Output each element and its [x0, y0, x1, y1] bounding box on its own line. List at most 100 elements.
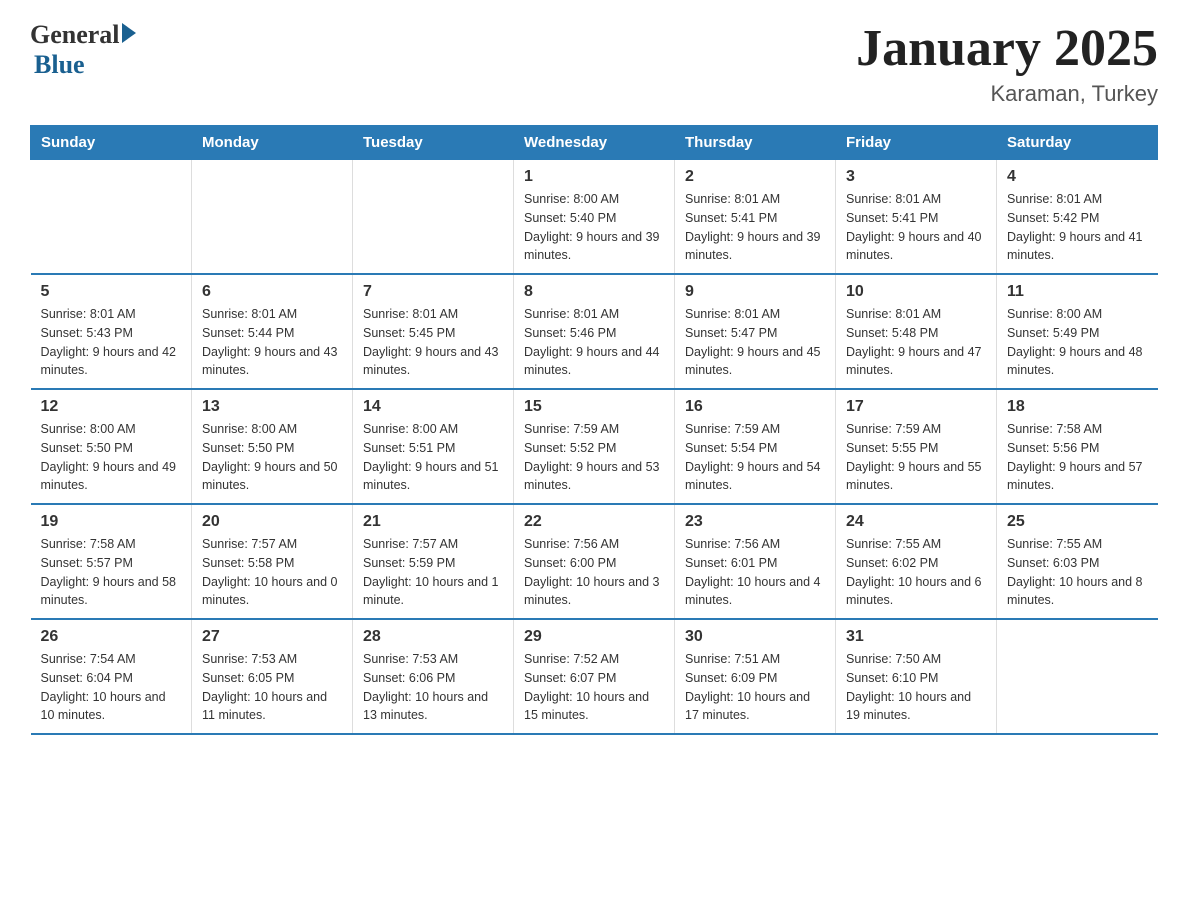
calendar-day-14: 14Sunrise: 8:00 AMSunset: 5:51 PMDayligh…: [353, 389, 514, 504]
day-info: Sunrise: 7:53 AMSunset: 6:06 PMDaylight:…: [363, 650, 503, 725]
day-number: 16: [685, 398, 825, 416]
day-number: 8: [524, 283, 664, 301]
calendar-day-6: 6 Sunrise: 8:01 AMSunset: 5:44 PMDaylight…: [192, 274, 353, 389]
calendar-week-row: 12 Sunrise: 8:00 AMSunset: 5:50 PMDayligh…: [31, 389, 1158, 504]
calendar-empty-cell: [192, 160, 353, 275]
day-info: Sunrise: 8:01 AMSunset: 5:46 PMDaylight:…: [524, 305, 664, 380]
logo-blue-text: Blue: [34, 50, 85, 80]
day-info: Sunrise: 7:58 AMSunset: 5:56 PMDaylight:…: [1007, 420, 1148, 495]
calendar-day-9: 9 Sunrise: 8:01 AMSunset: 5:47 PMDaylight…: [675, 274, 836, 389]
weekday-header-wednesday: Wednesday: [514, 126, 675, 160]
day-info: Sunrise: 7:56 AMSunset: 6:01 PMDaylight:…: [685, 535, 825, 610]
day-number: 18: [1007, 398, 1148, 416]
day-number: 11: [1007, 283, 1148, 301]
day-number: 5: [41, 283, 182, 301]
calendar-empty-cell: [353, 160, 514, 275]
day-info: Sunrise: 8:01 AMSunset: 5:41 PMDaylight:…: [685, 190, 825, 265]
calendar-day-2: 2 Sunrise: 8:01 AMSunset: 5:41 PMDaylight…: [675, 160, 836, 275]
weekday-header-saturday: Saturday: [997, 126, 1158, 160]
day-number: 7: [363, 283, 503, 301]
day-number: 6: [202, 283, 342, 301]
day-info: Sunrise: 8:01 AMSunset: 5:41 PMDaylight:…: [846, 190, 986, 265]
calendar-day-13: 13 Sunrise: 8:00 AMSunset: 5:50 PMDayligh…: [192, 389, 353, 504]
logo: General Blue: [30, 20, 136, 80]
day-number: 29: [524, 628, 664, 646]
calendar-day-16: 16 Sunrise: 7:59 AMSunset: 5:54 PMDayligh…: [675, 389, 836, 504]
day-info: Sunrise: 7:52 AMSunset: 6:07 PMDaylight:…: [524, 650, 664, 725]
day-number: 14: [363, 398, 503, 416]
calendar-empty-cell: [31, 160, 192, 275]
calendar-day-20: 20Sunrise: 7:57 AMSunset: 5:58 PMDayligh…: [192, 504, 353, 619]
calendar-week-row: 5Sunrise: 8:01 AMSunset: 5:43 PMDaylight…: [31, 274, 1158, 389]
calendar-day-24: 24 Sunrise: 7:55 AMSunset: 6:02 PMDayligh…: [836, 504, 997, 619]
day-info: Sunrise: 7:59 AMSunset: 5:54 PMDaylight:…: [685, 420, 825, 495]
day-number: 24: [846, 513, 986, 531]
day-info: Sunrise: 8:01 AMSunset: 5:47 PMDaylight:…: [685, 305, 825, 380]
calendar-day-30: 30 Sunrise: 7:51 AMSunset: 6:09 PMDayligh…: [675, 619, 836, 734]
weekday-header-friday: Friday: [836, 126, 997, 160]
day-info: Sunrise: 8:00 AMSunset: 5:40 PMDaylight:…: [524, 190, 664, 265]
day-number: 12: [41, 398, 182, 416]
day-number: 27: [202, 628, 342, 646]
day-info: Sunrise: 8:00 AMSunset: 5:49 PMDaylight:…: [1007, 305, 1148, 380]
day-number: 28: [363, 628, 503, 646]
calendar-day-18: 18 Sunrise: 7:58 AMSunset: 5:56 PMDayligh…: [997, 389, 1158, 504]
day-info: Sunrise: 7:59 AMSunset: 5:52 PMDaylight:…: [524, 420, 664, 495]
calendar-day-17: 17Sunrise: 7:59 AMSunset: 5:55 PMDayligh…: [836, 389, 997, 504]
day-number: 26: [41, 628, 182, 646]
day-info: Sunrise: 7:57 AMSunset: 5:58 PMDaylight:…: [202, 535, 342, 610]
day-info: Sunrise: 8:00 AMSunset: 5:50 PMDaylight:…: [202, 420, 342, 495]
calendar-day-7: 7 Sunrise: 8:01 AMSunset: 5:45 PMDaylight…: [353, 274, 514, 389]
calendar-day-8: 8 Sunrise: 8:01 AMSunset: 5:46 PMDaylight…: [514, 274, 675, 389]
day-number: 2: [685, 168, 825, 186]
calendar-day-11: 11 Sunrise: 8:00 AMSunset: 5:49 PMDayligh…: [997, 274, 1158, 389]
weekday-header-tuesday: Tuesday: [353, 126, 514, 160]
calendar-day-15: 15 Sunrise: 7:59 AMSunset: 5:52 PMDayligh…: [514, 389, 675, 504]
calendar-day-26: 26Sunrise: 7:54 AMSunset: 6:04 PMDayligh…: [31, 619, 192, 734]
day-info: Sunrise: 8:01 AMSunset: 5:42 PMDaylight:…: [1007, 190, 1148, 265]
day-number: 1: [524, 168, 664, 186]
day-info: Sunrise: 8:01 AMSunset: 5:45 PMDaylight:…: [363, 305, 503, 380]
calendar-week-row: 19 Sunrise: 7:58 AMSunset: 5:57 PMDayligh…: [31, 504, 1158, 619]
day-number: 21: [363, 513, 503, 531]
logo-general-text: General: [30, 20, 120, 50]
calendar-subtitle: Karaman, Turkey: [856, 81, 1158, 107]
calendar-title: January 2025: [856, 20, 1158, 77]
title-section: January 2025 Karaman, Turkey: [856, 20, 1158, 107]
day-info: Sunrise: 7:56 AMSunset: 6:00 PMDaylight:…: [524, 535, 664, 610]
day-number: 30: [685, 628, 825, 646]
day-info: Sunrise: 8:01 AMSunset: 5:48 PMDaylight:…: [846, 305, 986, 380]
calendar-day-29: 29 Sunrise: 7:52 AMSunset: 6:07 PMDayligh…: [514, 619, 675, 734]
calendar-day-10: 10 Sunrise: 8:01 AMSunset: 5:48 PMDayligh…: [836, 274, 997, 389]
day-number: 10: [846, 283, 986, 301]
day-number: 19: [41, 513, 182, 531]
calendar-week-row: 26Sunrise: 7:54 AMSunset: 6:04 PMDayligh…: [31, 619, 1158, 734]
calendar-day-22: 22Sunrise: 7:56 AMSunset: 6:00 PMDayligh…: [514, 504, 675, 619]
day-info: Sunrise: 7:50 AMSunset: 6:10 PMDaylight:…: [846, 650, 986, 725]
calendar-week-row: 1 Sunrise: 8:00 AMSunset: 5:40 PMDaylight…: [31, 160, 1158, 275]
calendar-day-1: 1 Sunrise: 8:00 AMSunset: 5:40 PMDaylight…: [514, 160, 675, 275]
day-info: Sunrise: 7:51 AMSunset: 6:09 PMDaylight:…: [685, 650, 825, 725]
day-number: 13: [202, 398, 342, 416]
calendar-day-25: 25Sunrise: 7:55 AMSunset: 6:03 PMDayligh…: [997, 504, 1158, 619]
day-number: 31: [846, 628, 986, 646]
day-number: 17: [846, 398, 986, 416]
day-info: Sunrise: 7:58 AMSunset: 5:57 PMDaylight:…: [41, 535, 182, 610]
calendar-day-3: 3Sunrise: 8:01 AMSunset: 5:41 PMDaylight…: [836, 160, 997, 275]
day-number: 15: [524, 398, 664, 416]
calendar-day-4: 4Sunrise: 8:01 AMSunset: 5:42 PMDaylight…: [997, 160, 1158, 275]
calendar-day-23: 23Sunrise: 7:56 AMSunset: 6:01 PMDayligh…: [675, 504, 836, 619]
day-number: 9: [685, 283, 825, 301]
calendar-day-21: 21Sunrise: 7:57 AMSunset: 5:59 PMDayligh…: [353, 504, 514, 619]
day-info: Sunrise: 7:55 AMSunset: 6:02 PMDaylight:…: [846, 535, 986, 610]
day-number: 25: [1007, 513, 1148, 531]
calendar-day-31: 31 Sunrise: 7:50 AMSunset: 6:10 PMDayligh…: [836, 619, 997, 734]
calendar-day-27: 27Sunrise: 7:53 AMSunset: 6:05 PMDayligh…: [192, 619, 353, 734]
calendar-empty-cell: [997, 619, 1158, 734]
logo-arrow-icon: [122, 23, 136, 43]
weekday-header-thursday: Thursday: [675, 126, 836, 160]
calendar-day-12: 12Sunrise: 8:00 AMSunset: 5:50 PMDayligh…: [31, 389, 192, 504]
calendar-day-28: 28 Sunrise: 7:53 AMSunset: 6:06 PMDayligh…: [353, 619, 514, 734]
day-info: Sunrise: 8:01 AMSunset: 5:44 PMDaylight:…: [202, 305, 342, 380]
weekday-header-row: SundayMondayTuesdayWednesdayThursdayFrid…: [31, 126, 1158, 160]
